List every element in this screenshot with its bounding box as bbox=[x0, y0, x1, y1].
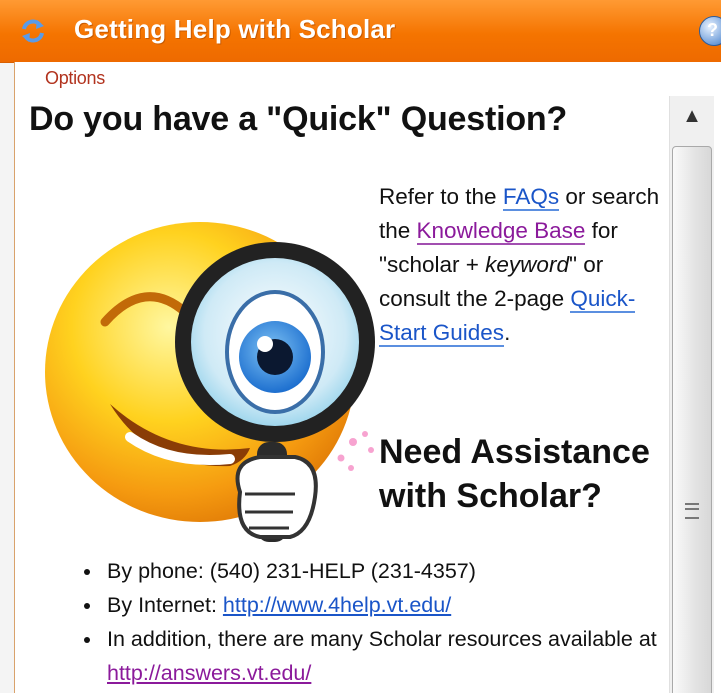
scroll-up-icon[interactable]: ▲ bbox=[674, 96, 710, 136]
list-item: In addition, there are many Scholar reso… bbox=[103, 622, 703, 690]
help-globe-icon[interactable]: ? bbox=[699, 16, 721, 46]
vertical-scrollbar[interactable]: ▲ bbox=[669, 96, 714, 693]
refresh-arrows-icon[interactable] bbox=[20, 18, 46, 44]
winking-smiley-magnifier-icon bbox=[45, 222, 375, 542]
answers-link[interactable]: http://answers.vt.edu/ bbox=[107, 661, 311, 685]
need-assistance-heading: Need Assistance with Scholar? bbox=[379, 433, 650, 515]
contact-list: By phone: (540) 231-HELP (231-4357) By I… bbox=[73, 554, 703, 690]
list-item: By Internet: http://www.4help.vt.edu/ bbox=[103, 588, 703, 622]
refer-text: Refer to the bbox=[379, 184, 503, 209]
quick-question-heading: Do you have a "Quick" Question? bbox=[29, 100, 568, 138]
title-bar: Getting Help with Scholar ? bbox=[0, 0, 721, 63]
content-pane: Options Do you have a "Quick" Question? bbox=[14, 62, 721, 693]
help-window: Getting Help with Scholar ? Options Do y… bbox=[0, 0, 721, 693]
refer-text: . bbox=[504, 320, 511, 345]
knowledge-base-link[interactable]: Knowledge Base bbox=[416, 218, 586, 245]
grip-icon bbox=[685, 503, 699, 519]
internet-label: By Internet: bbox=[107, 593, 223, 617]
list-item: By phone: (540) 231-HELP (231-4357) bbox=[103, 554, 703, 588]
options-link[interactable]: Options bbox=[45, 68, 105, 89]
faqs-link[interactable]: FAQs bbox=[502, 184, 560, 211]
4help-link[interactable]: http://www.4help.vt.edu/ bbox=[223, 593, 451, 617]
keyword-text: keyword bbox=[485, 252, 569, 277]
addition-text: In addition, there are many Scholar reso… bbox=[107, 627, 657, 651]
quick-help-paragraph: Refer to the FAQs or search the Knowledg… bbox=[379, 180, 671, 350]
phone-text: By phone: (540) 231-HELP (231-4357) bbox=[107, 559, 476, 583]
scroll-thumb[interactable] bbox=[672, 146, 712, 693]
window-title: Getting Help with Scholar bbox=[74, 14, 396, 44]
